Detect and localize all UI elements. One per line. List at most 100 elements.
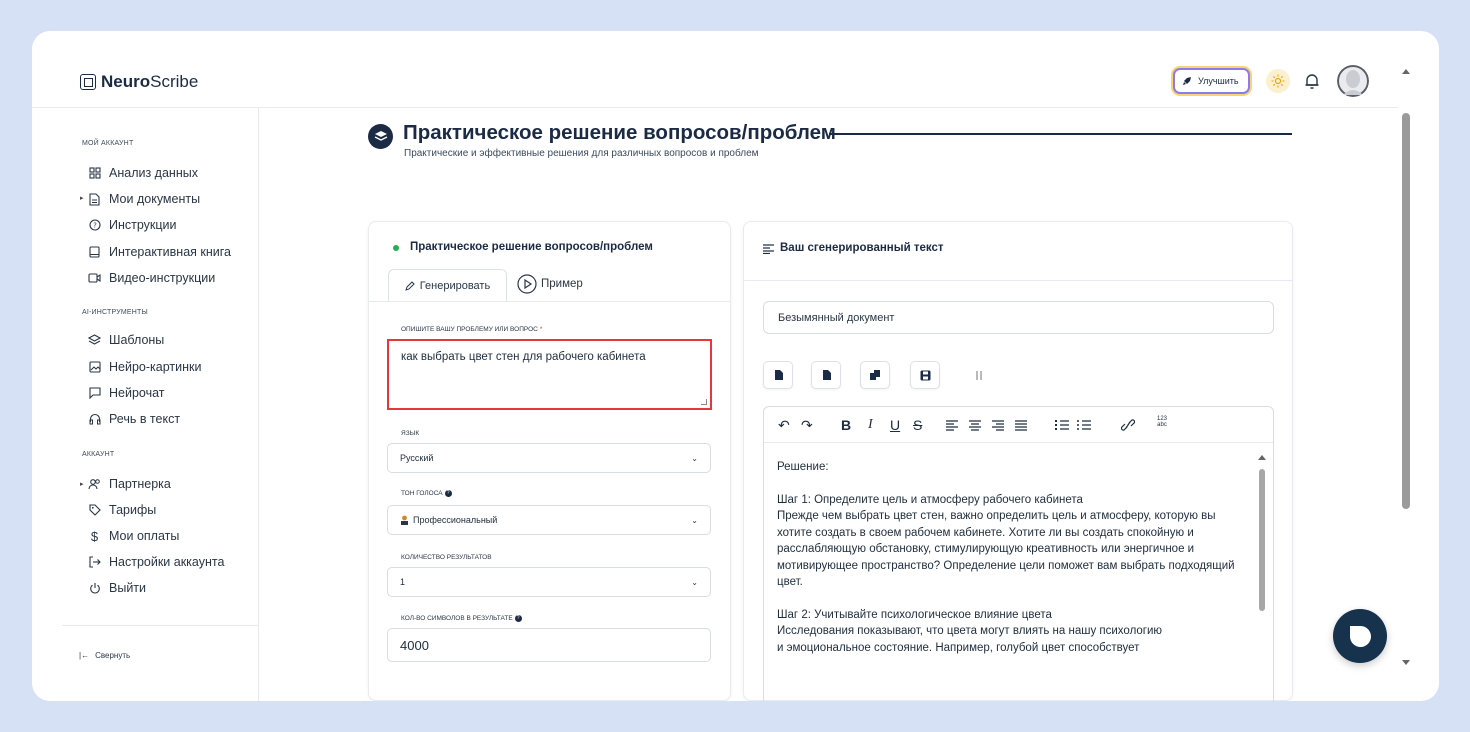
sidebar-item-logout[interactable]: Выйти: [88, 580, 146, 596]
strikethrough-icon[interactable]: S: [913, 416, 922, 434]
logo-icon: [80, 74, 96, 90]
logo[interactable]: NeuroScribe: [80, 72, 198, 92]
sidebar-item-templates[interactable]: Шаблоны: [88, 332, 164, 348]
align-center-icon[interactable]: [969, 416, 981, 434]
logo-bold-text: Neuro: [101, 72, 151, 91]
image-icon: [88, 361, 101, 374]
align-right-icon[interactable]: [992, 416, 1004, 434]
sidebar-item-account-settings[interactable]: Настройки аккаунта: [88, 554, 224, 570]
sidebar-item-label: Нейро-картинки: [109, 360, 202, 374]
form-card-title: Практическое решение вопросов/проблем: [410, 241, 653, 253]
resize-handle-icon[interactable]: [701, 399, 707, 405]
avatar[interactable]: [1337, 65, 1369, 97]
collapse-label: Свернуть: [95, 651, 131, 660]
users-icon: [88, 478, 101, 491]
rocket-icon: [1183, 77, 1191, 85]
export-text-button[interactable]: [811, 361, 841, 389]
sidebar-item-label: Видео-инструкции: [109, 271, 216, 285]
document-name-input[interactable]: Безымянный документ: [763, 301, 1274, 334]
theme-toggle-sun-icon[interactable]: [1266, 69, 1290, 93]
video-icon: [88, 272, 101, 285]
align-left-icon[interactable]: [946, 416, 958, 434]
results-count-select[interactable]: 1 ⌄: [387, 567, 711, 597]
collapse-sidebar-button[interactable]: |← Свернуть: [79, 651, 130, 660]
chars-count-input[interactable]: 4000: [387, 628, 711, 662]
tab-example[interactable]: Пример: [517, 274, 583, 294]
help-icon[interactable]: ?: [444, 490, 452, 497]
sidebar-item-label: Мои оплаты: [109, 529, 180, 543]
sidebar-item-label: Речь в текст: [109, 412, 181, 426]
sidebar-item-video-instructions[interactable]: Видео-инструкции: [88, 270, 215, 286]
pause-button[interactable]: [964, 361, 994, 389]
dollar-icon: $: [90, 528, 99, 544]
bullet-list-icon[interactable]: [1077, 416, 1091, 434]
redo-icon[interactable]: ↷: [801, 416, 813, 434]
expand-arrow-icon[interactable]: ▸: [80, 194, 84, 202]
scroll-up-icon[interactable]: [1258, 455, 1266, 460]
page-title: Практическое решение вопросов/проблем: [403, 121, 836, 144]
generated-text-body: Решение: Шаг 1: Определите цель и атмосф…: [777, 459, 1249, 656]
chat-icon: [88, 387, 101, 400]
scroll-down-icon[interactable]: [1402, 660, 1410, 665]
page-subtitle: Практические и эффективные решения для р…: [404, 148, 759, 159]
tone-select[interactable]: Профессиональный ⌄: [387, 505, 711, 535]
card-header-divider: [744, 280, 1292, 281]
pause-icon: [976, 370, 982, 380]
sidebar-item-neurochat[interactable]: Нейрочат: [88, 385, 165, 401]
spellcheck-icon[interactable]: 123 abc: [1155, 416, 1169, 434]
chat-support-button[interactable]: [1333, 609, 1387, 663]
text-editor[interactable]: ↶ ↷ B I U S 123 abc Решение: Шаг 1: Опре…: [763, 406, 1274, 701]
undo-icon[interactable]: ↶: [778, 416, 790, 434]
save-button[interactable]: [910, 361, 940, 389]
generator-form-card: Практическое решение вопросов/проблем Ге…: [368, 221, 731, 701]
expand-arrow-icon[interactable]: ▸: [80, 480, 84, 488]
sidebar-item-data-analysis[interactable]: Анализ данных: [88, 165, 198, 181]
sidebar-item-tariffs[interactable]: Тарифы: [88, 502, 156, 518]
italic-icon[interactable]: I: [868, 416, 873, 434]
bell-icon[interactable]: [1304, 72, 1320, 90]
editor-scroll-thumb[interactable]: [1259, 469, 1265, 611]
sidebar-item-speech-to-text[interactable]: Речь в текст: [88, 411, 180, 427]
sidebar-item-label: Интерактивная книга: [109, 245, 231, 259]
scroll-up-icon[interactable]: [1402, 69, 1410, 74]
editor-scrollbar[interactable]: [1257, 449, 1267, 701]
sidebar-item-label: Нейрочат: [109, 386, 165, 400]
upgrade-label: Улучшить: [1198, 76, 1239, 86]
bold-icon[interactable]: B: [841, 416, 851, 434]
sidebar-divider: [62, 625, 259, 626]
chat-bubble-icon: [1349, 625, 1371, 647]
app-window: NeuroScribe Улучшить МОЙ АККАУНТ Анализ …: [32, 31, 1439, 701]
problem-textarea[interactable]: как выбрать цвет стен для рабочего кабин…: [387, 339, 712, 410]
underline-icon[interactable]: U: [890, 416, 900, 434]
language-label: ЯЗЫК: [401, 430, 420, 437]
svg-text:?: ?: [93, 222, 97, 230]
sidebar-item-my-payments[interactable]: $ Мои оплаты: [88, 528, 180, 544]
tone-value: Профессиональный: [413, 515, 498, 525]
help-icon[interactable]: ?: [514, 615, 522, 622]
text-paragraph: Шаг 1: Определите цель и атмосферу рабоч…: [777, 493, 1235, 589]
sidebar-item-partners[interactable]: Партнерка: [88, 476, 171, 492]
file-icon: [822, 370, 831, 380]
document-name-value: Безымянный документ: [778, 311, 895, 324]
link-icon[interactable]: [1121, 416, 1135, 434]
top-bar: NeuroScribe Улучшить: [32, 31, 1398, 108]
page-scroll-thumb[interactable]: [1402, 113, 1410, 509]
tab-generate[interactable]: Генерировать: [388, 269, 507, 302]
sidebar-item-interactive-book[interactable]: Интерактивная книга: [88, 244, 231, 260]
language-select[interactable]: Русский ⌄: [387, 443, 711, 473]
upgrade-button[interactable]: Улучшить: [1173, 68, 1250, 94]
ordered-list-icon[interactable]: [1055, 416, 1069, 434]
sidebar-item-label: Шаблоны: [109, 333, 165, 347]
tab-example-label: Пример: [541, 278, 583, 290]
copy-button[interactable]: [860, 361, 890, 389]
sidebar-item-label: Инструкции: [109, 218, 177, 232]
tone-label-text: ТОН ГОЛОСА: [401, 490, 443, 497]
collapse-arrow-icon: |←: [79, 651, 90, 660]
align-justify-icon[interactable]: [1015, 416, 1027, 434]
problem-label-text: ОПИШИТЕ ВАШУ ПРОБЛЕМУ ИЛИ ВОПРОС: [401, 326, 538, 333]
sidebar-item-instructions[interactable]: ? Инструкции: [88, 217, 177, 233]
sidebar-item-neuro-images[interactable]: Нейро-картинки: [88, 359, 201, 375]
page-scrollbar[interactable]: [1399, 61, 1413, 701]
sidebar-item-my-documents[interactable]: Мои документы: [88, 191, 200, 207]
export-word-button[interactable]: [763, 361, 793, 389]
